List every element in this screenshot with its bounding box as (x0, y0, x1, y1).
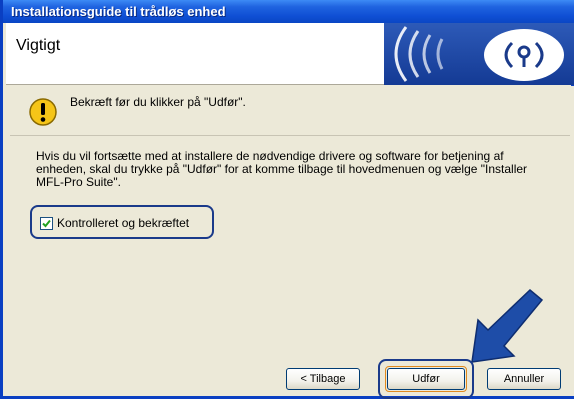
wireless-signal-icon (384, 23, 574, 85)
confirm-checkbox-highlight: Kontrolleret og bekræftet (30, 205, 214, 239)
confirm-checkbox[interactable] (40, 217, 53, 230)
warning-icon (29, 98, 57, 126)
warning-row: Bekræft før du klikker på "Udfør". (10, 90, 570, 136)
wizard-header: Vigtigt (6, 23, 574, 85)
checkmark-icon (42, 219, 51, 228)
wizard-content: Bekræft før du klikker på "Udfør". Hvis … (6, 86, 574, 399)
finish-button[interactable]: Udfør (387, 368, 465, 390)
window-title: Installationsguide til trådløs enhed (11, 4, 226, 19)
installer-window: Installationsguide til trådløs enhed Vig… (0, 0, 574, 399)
back-button[interactable]: < Tilbage (286, 368, 360, 390)
window-titlebar[interactable]: Installationsguide til trådløs enhed (3, 0, 574, 23)
instructions-text: Hvis du vil fortsætte med at installere … (36, 150, 556, 189)
confirm-checkbox-label[interactable]: Kontrolleret og bekræftet (57, 216, 189, 230)
page-title: Vigtigt (16, 37, 61, 54)
instructions-line: MFL-Pro Suite". (36, 175, 121, 189)
warning-text: Bekræft før du klikker på "Udfør". (70, 95, 246, 109)
cancel-button[interactable]: Annuller (487, 368, 561, 390)
